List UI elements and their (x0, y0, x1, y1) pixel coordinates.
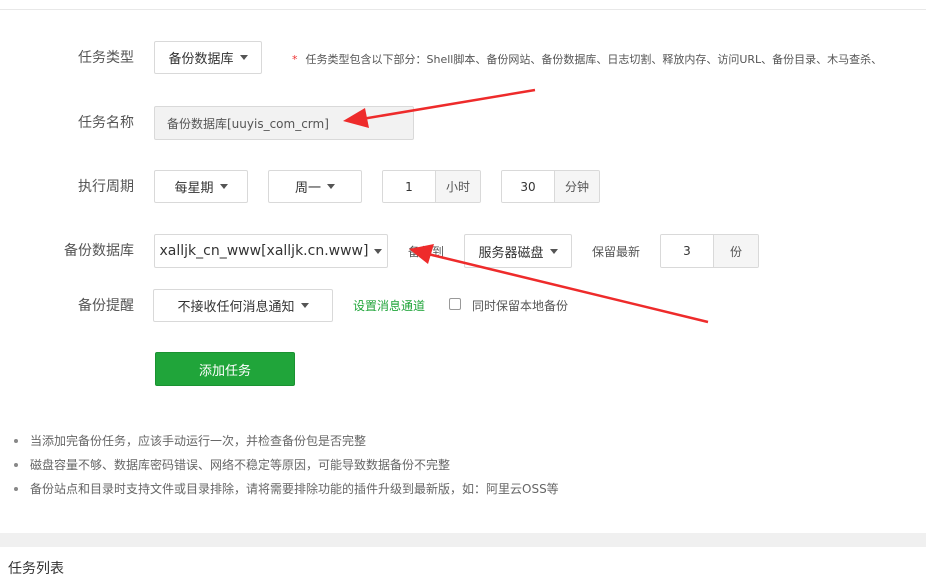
task-name-value: 备份数据库[uuyis_com_crm] (167, 116, 329, 131)
add-task-button[interactable]: 添加任务 (155, 352, 295, 386)
top-divider (0, 9, 926, 10)
task-type-hint: * 任务类型包含以下部分：Shell脚本、备份网站、备份数据库、日志切割、释放内存… (292, 51, 882, 67)
setup-message-channel-link[interactable]: 设置消息通道 (353, 297, 425, 315)
schedule-weekday-select[interactable]: 周一 (268, 170, 362, 203)
backup-to-label: 备份到 (408, 245, 445, 259)
schedule-label: 执行周期 (78, 179, 134, 195)
schedule-hour-unit: 小时 (435, 171, 480, 202)
keep-latest-label: 保留最新 (592, 245, 641, 259)
chevron-down-icon (300, 303, 309, 308)
backup-db-select[interactable]: xalljk_cn_www[xalljk.cn.www] (154, 234, 388, 268)
task-type-select[interactable]: 备份数据库 (154, 41, 262, 74)
task-type-value: 备份数据库 (168, 52, 234, 67)
schedule-minute-input[interactable]: 30 (502, 171, 554, 202)
schedule-minute-input-group: 30 分钟 (501, 170, 600, 203)
task-name-field[interactable]: 备份数据库[uuyis_com_crm] (154, 106, 414, 140)
chevron-down-icon (374, 248, 383, 254)
schedule-hour-input-group: 1 小时 (382, 170, 481, 203)
backup-target-value: 服务器磁盘 (478, 245, 544, 261)
keep-count-input-group: 3 份 (660, 234, 759, 268)
task-type-label: 任务类型 (78, 50, 134, 66)
keep-local-label: 同时保留本地备份 (472, 299, 569, 313)
task-name-label: 任务名称 (78, 115, 134, 131)
note-item: 备份站点和目录时支持文件或目录排除，请将需要排除功能的插件升级到最新版，如：阿里… (14, 477, 559, 501)
backup-notify-value: 不接收任何消息通知 (177, 300, 295, 315)
backup-target-select[interactable]: 服务器磁盘 (464, 234, 572, 268)
schedule-period-value: 每星期 (174, 181, 214, 196)
schedule-weekday-value: 周一 (294, 181, 321, 196)
backup-db-value: xalljk_cn_www[xalljk.cn.www] (159, 243, 369, 259)
task-list-title: 任务列表 (8, 561, 64, 577)
task-type-hint-text: 任务类型包含以下部分：Shell脚本、备份网站、备份数据库、日志切割、释放内存、… (305, 53, 883, 66)
chevron-down-icon (219, 184, 228, 189)
backup-db-label: 备份数据库 (64, 243, 134, 259)
schedule-period-select[interactable]: 每星期 (154, 170, 248, 203)
notes-list: 当添加完备份任务，应该手动运行一次，并检查备份包是否完整 磁盘容量不够、数据库密… (14, 429, 559, 501)
backup-notify-label: 备份提醒 (78, 298, 134, 314)
keep-count-unit: 份 (713, 235, 758, 267)
note-item: 当添加完备份任务，应该手动运行一次，并检查备份包是否完整 (14, 429, 559, 453)
note-item: 磁盘容量不够、数据库密码错误、网络不稳定等原因，可能导致数据备份不完整 (14, 453, 559, 477)
backup-notify-select[interactable]: 不接收任何消息通知 (153, 289, 333, 322)
section-divider (0, 533, 926, 547)
keep-local-checkbox[interactable] (449, 298, 461, 310)
keep-count-input[interactable]: 3 (661, 235, 713, 267)
required-star: * (292, 53, 298, 66)
schedule-minute-unit: 分钟 (554, 171, 599, 202)
chevron-down-icon (239, 55, 248, 60)
chevron-down-icon (327, 184, 335, 189)
schedule-hour-input[interactable]: 1 (383, 171, 435, 202)
chevron-down-icon (549, 248, 558, 254)
